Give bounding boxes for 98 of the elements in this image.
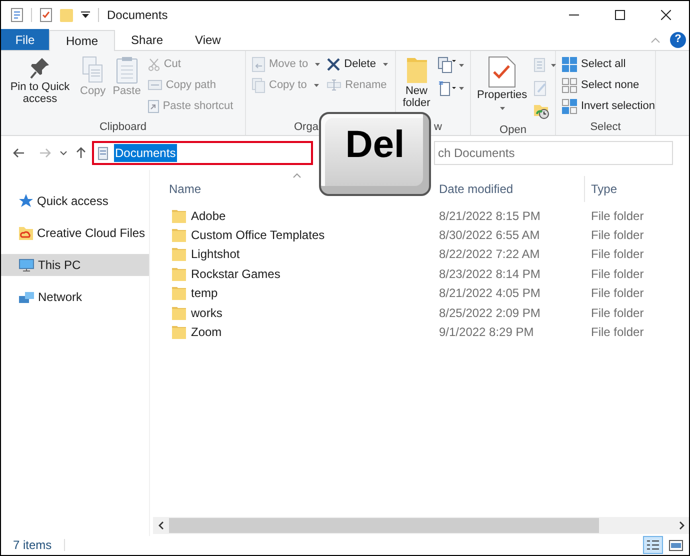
computer-icon: [19, 258, 34, 272]
date-modified: 8/25/2022 2:09 PM: [438, 304, 542, 322]
folder-icon: [172, 247, 186, 262]
date-modified: 8/21/2022 4:05 PM: [438, 285, 542, 302]
address-bar[interactable]: Documents: [92, 141, 313, 165]
folder-icon: [172, 286, 186, 300]
ribbon-button[interactable]: Select all: [560, 54, 657, 74]
group-label: Select: [589, 120, 622, 135]
cloud-folder-icon: [19, 226, 33, 240]
back-arrow-icon[interactable]: [13, 148, 25, 158]
properties-icon[interactable]: [11, 8, 23, 22]
ribbon-tab[interactable]: View: [179, 29, 237, 50]
ribbon-tab[interactable]: Share: [115, 29, 180, 50]
nav-item[interactable]: Creative Cloud Files: [1, 222, 149, 244]
file-name[interactable]: Rockstar Games: [191, 264, 280, 283]
checkmark-document-icon: [488, 56, 516, 88]
date-modified: 9/1/2022 8:29 PM: [438, 324, 535, 342]
ribbon-button[interactable]: Properties: [475, 54, 530, 110]
date-modified: 8/22/2022 7:22 AM: [438, 246, 541, 264]
file-name[interactable]: works: [191, 304, 222, 322]
horizontal-scrollbar[interactable]: [153, 517, 689, 534]
file-type: File folder: [590, 246, 644, 264]
group-label: Open: [498, 123, 528, 138]
column-header[interactable]: Name: [166, 180, 202, 198]
file-type: File folder: [590, 208, 644, 225]
dropdown-icon[interactable]: [81, 11, 90, 19]
folder-icon: [406, 56, 428, 84]
scroll-right-icon[interactable]: [679, 521, 685, 530]
search-field[interactable]: ch Documents: [434, 141, 673, 165]
network-icon: [19, 290, 34, 304]
nav-item[interactable]: This PC: [1, 254, 149, 276]
page-icon: [438, 80, 456, 96]
file-type: File folder: [590, 324, 644, 342]
group-label: Clipboard: [98, 120, 148, 135]
ribbon-button[interactable]: Pin to Quick access: [5, 54, 75, 105]
ribbon-tab[interactable]: File: [1, 29, 49, 50]
ribbon-button[interactable]: Select none: [560, 75, 657, 95]
select-all-icon: [562, 56, 577, 72]
file-name[interactable]: Zoom: [191, 323, 222, 342]
ribbon-button[interactable]: Delete: [325, 54, 390, 74]
document-icon: [98, 146, 108, 160]
clipboard-icon: [116, 56, 138, 84]
file-type: File folder: [590, 227, 644, 244]
new-item-icon: [438, 57, 456, 73]
group-label: w: [433, 120, 443, 135]
date-modified: 8/21/2022 8:15 PM: [438, 208, 542, 225]
folder-icon: [172, 208, 186, 223]
group-label: Orga: [293, 120, 320, 135]
item-count: 7 items: [13, 537, 52, 554]
copy-to-icon: [252, 78, 265, 92]
close-icon[interactable]: [661, 10, 671, 20]
shortcut-icon: [148, 100, 159, 112]
file-name[interactable]: Lightshot: [191, 245, 240, 264]
scrollbar-thumb[interactable]: [169, 518, 599, 533]
folder-icon: [172, 228, 186, 242]
details-list-icon: [646, 539, 660, 551]
folder-icon: [172, 325, 186, 340]
invert-selection-icon: [562, 98, 577, 114]
select-none-icon: [562, 78, 577, 92]
checkmark-document-icon[interactable]: [40, 8, 52, 22]
date-modified: 8/30/2022 6:55 AM: [438, 227, 541, 244]
recent-locations-icon[interactable]: [60, 150, 67, 156]
ribbon-button[interactable]: Invert selection: [560, 96, 657, 116]
file-type: File folder: [590, 285, 644, 302]
large-icons-view-icon[interactable]: [669, 540, 683, 550]
file-type: File folder: [590, 304, 644, 322]
pencil-page-icon: [534, 80, 548, 96]
star-icon: [19, 194, 33, 208]
keyboard-key: Del: [319, 112, 431, 196]
scroll-left-icon[interactable]: [158, 521, 164, 530]
window-title: Documents: [107, 7, 168, 24]
delete-icon: [327, 58, 340, 70]
ribbon-tab[interactable]: Home: [49, 30, 116, 51]
ribbon-button[interactable]: [436, 54, 466, 76]
date-modified: 8/23/2022 8:14 PM: [438, 266, 542, 283]
path-icon: [148, 80, 162, 90]
rename-icon: [327, 79, 342, 91]
file-type: File folder: [590, 266, 644, 283]
file-name[interactable]: Adobe: [191, 206, 226, 225]
folder-icon: [172, 306, 186, 320]
column-header[interactable]: Date modified: [436, 180, 514, 198]
file-name[interactable]: temp: [191, 284, 218, 302]
scissors-icon: [148, 58, 160, 70]
help-icon[interactable]: ?: [670, 32, 686, 48]
up-arrow-icon[interactable]: [76, 147, 86, 159]
nav-item[interactable]: Network: [1, 286, 149, 308]
address-text: Documents: [114, 144, 177, 162]
nav-item[interactable]: Quick access: [1, 190, 149, 212]
history-icon: [534, 104, 550, 118]
move-icon: [252, 56, 265, 72]
copy-icon: [82, 56, 104, 84]
file-name[interactable]: Custom Office Templates: [191, 226, 325, 244]
folder-icon: [172, 266, 186, 281]
column-header[interactable]: Type: [585, 180, 618, 198]
pin-icon: [29, 56, 51, 80]
ribbon-button[interactable]: New folder: [400, 54, 433, 109]
details-view-button[interactable]: [643, 536, 663, 554]
maximize-icon[interactable]: [615, 10, 625, 20]
